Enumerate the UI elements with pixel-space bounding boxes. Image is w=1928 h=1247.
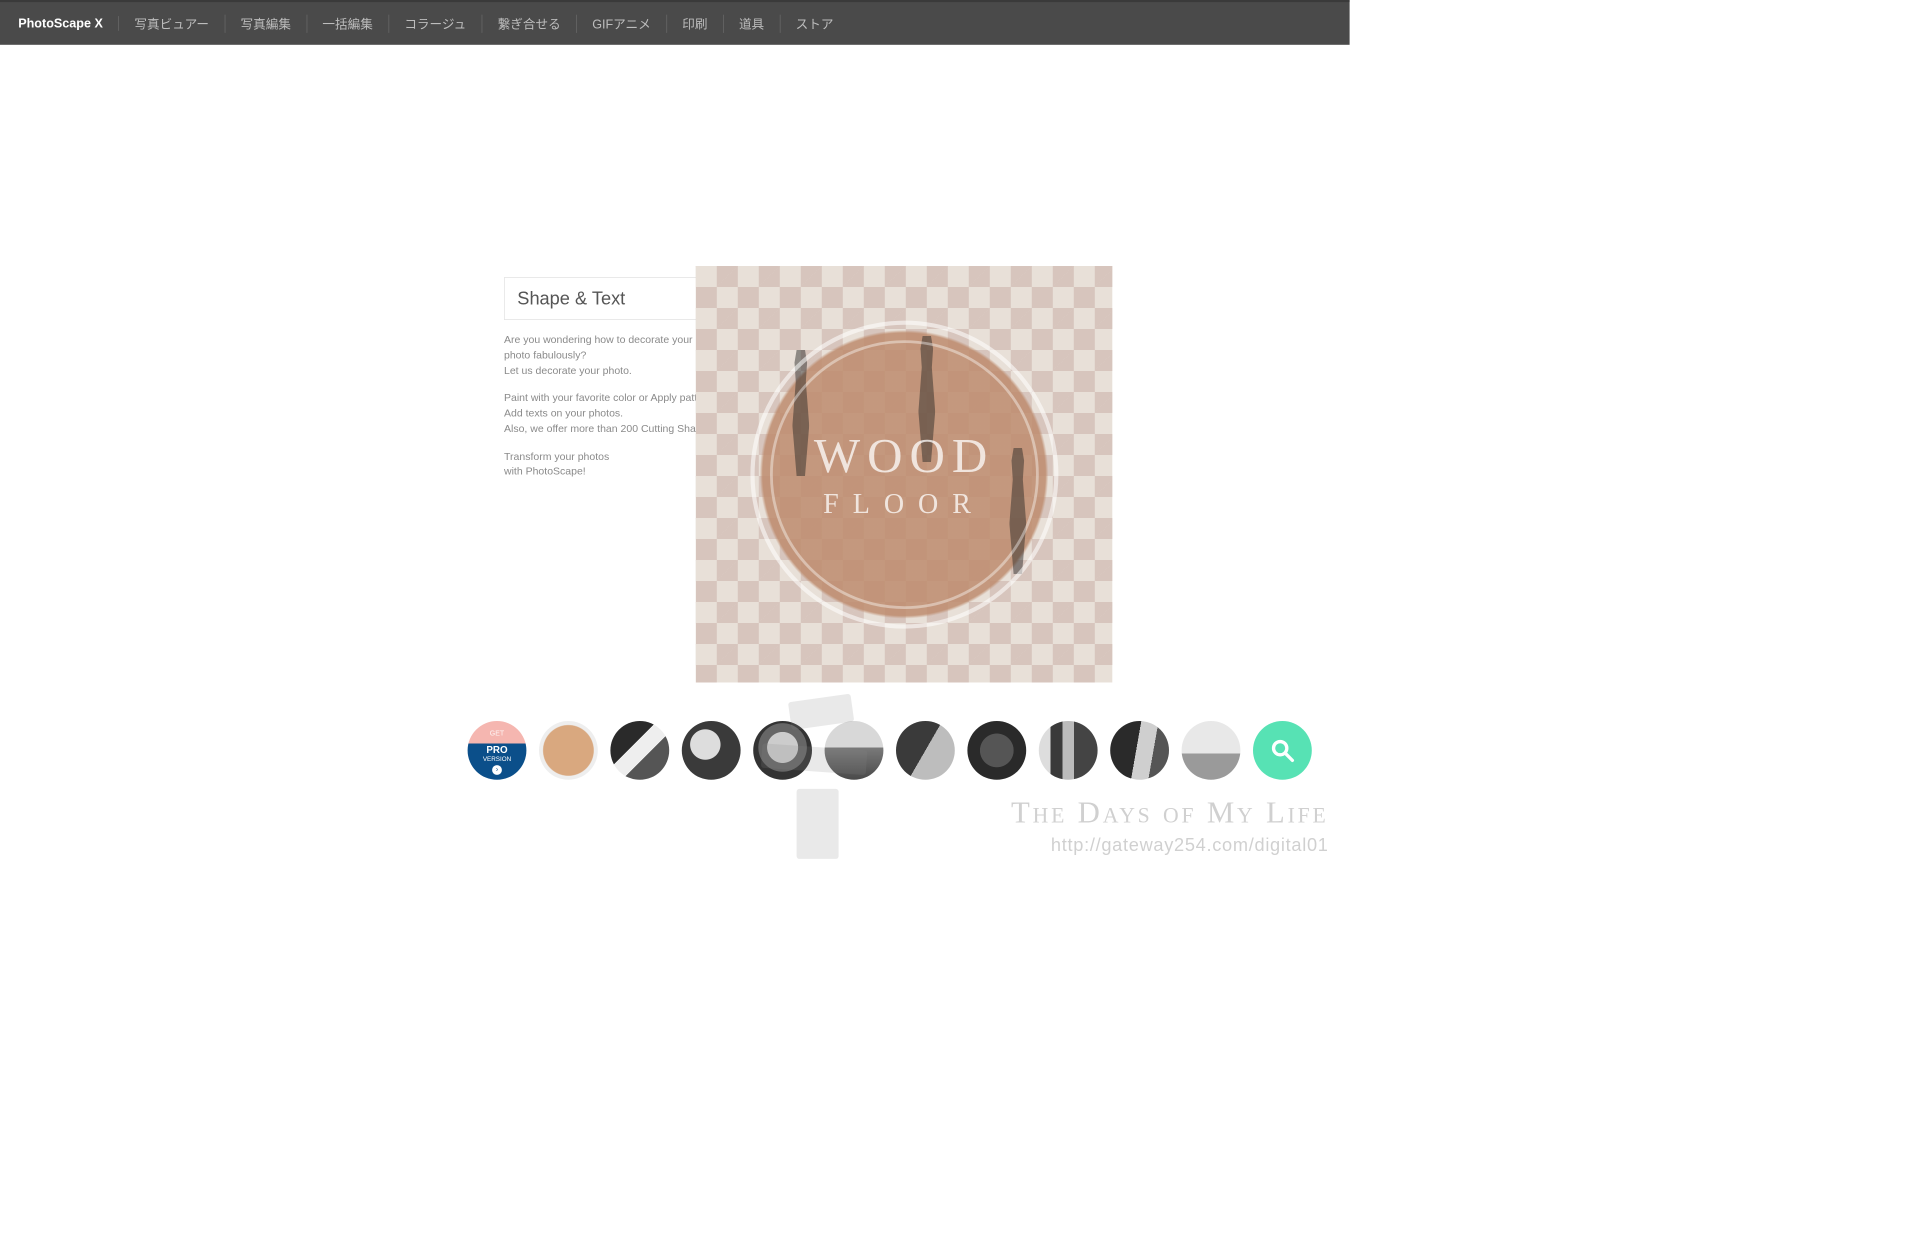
app-brand[interactable]: PhotoScape X: [14, 16, 119, 31]
chevron-right-icon: ›: [492, 765, 502, 775]
nav-batch[interactable]: 一括編集: [307, 14, 389, 32]
nav-tools[interactable]: 道具: [724, 14, 781, 32]
pro-get-label: GET: [490, 730, 504, 738]
thumb-sample-5[interactable]: [896, 721, 955, 780]
thumb-pro-version[interactable]: GET PRO VERSION ›: [468, 721, 527, 780]
watermark-title: The Days of My Life: [1011, 795, 1329, 831]
watermark-brush-graphic: [748, 698, 902, 866]
preview-badge-line1: WOOD: [814, 428, 994, 484]
feature-title-box: Shape & Text: [504, 277, 721, 320]
thumb-sample-wood[interactable]: [539, 721, 598, 780]
feature-p1: Are you wondering how to decorate your p…: [504, 333, 721, 379]
top-nav: PhotoScape X 写真ビュアー 写真編集 一括編集 コラージュ 繋ぎ合せ…: [0, 0, 1350, 45]
thumb-sample-9[interactable]: [1182, 721, 1241, 780]
nav-gif[interactable]: GIFアニメ: [577, 14, 667, 32]
thumb-search-button[interactable]: [1253, 721, 1312, 780]
watermark-url: http://gateway254.com/digital01: [1011, 834, 1329, 856]
feature-panel: Shape & Text Are you wondering how to de…: [504, 277, 721, 492]
preview-badge: WOOD FLOOR: [750, 320, 1058, 628]
preview-badge-line2: FLOOR: [823, 487, 985, 520]
feature-preview-image: WOOD FLOOR: [696, 266, 1112, 683]
search-icon: [1269, 737, 1296, 764]
thumb-sample-6[interactable]: [967, 721, 1026, 780]
nav-store[interactable]: ストア: [780, 14, 849, 32]
nav-collage[interactable]: コラージュ: [389, 14, 482, 32]
thumb-sample-7[interactable]: [1039, 721, 1098, 780]
feature-p2: Paint with your favorite color or Apply …: [504, 391, 721, 437]
nav-print[interactable]: 印刷: [667, 14, 724, 32]
feature-p3: Transform your photos with PhotoScape!: [504, 449, 721, 479]
thumb-sample-1[interactable]: [610, 721, 669, 780]
nav-editor[interactable]: 写真編集: [225, 14, 307, 32]
pro-pro-label: PRO: [486, 745, 507, 756]
nav-combine[interactable]: 繋ぎ合せる: [482, 14, 577, 32]
thumb-sample-8[interactable]: [1110, 721, 1169, 780]
feature-description: Are you wondering how to decorate your p…: [504, 333, 721, 480]
watermark: The Days of My Life http://gateway254.co…: [1011, 795, 1329, 857]
pro-version-label: VERSION: [483, 756, 511, 763]
feature-title: Shape & Text: [517, 288, 707, 310]
thumb-sample-2[interactable]: [682, 721, 741, 780]
nav-viewer[interactable]: 写真ビュアー: [119, 14, 225, 32]
